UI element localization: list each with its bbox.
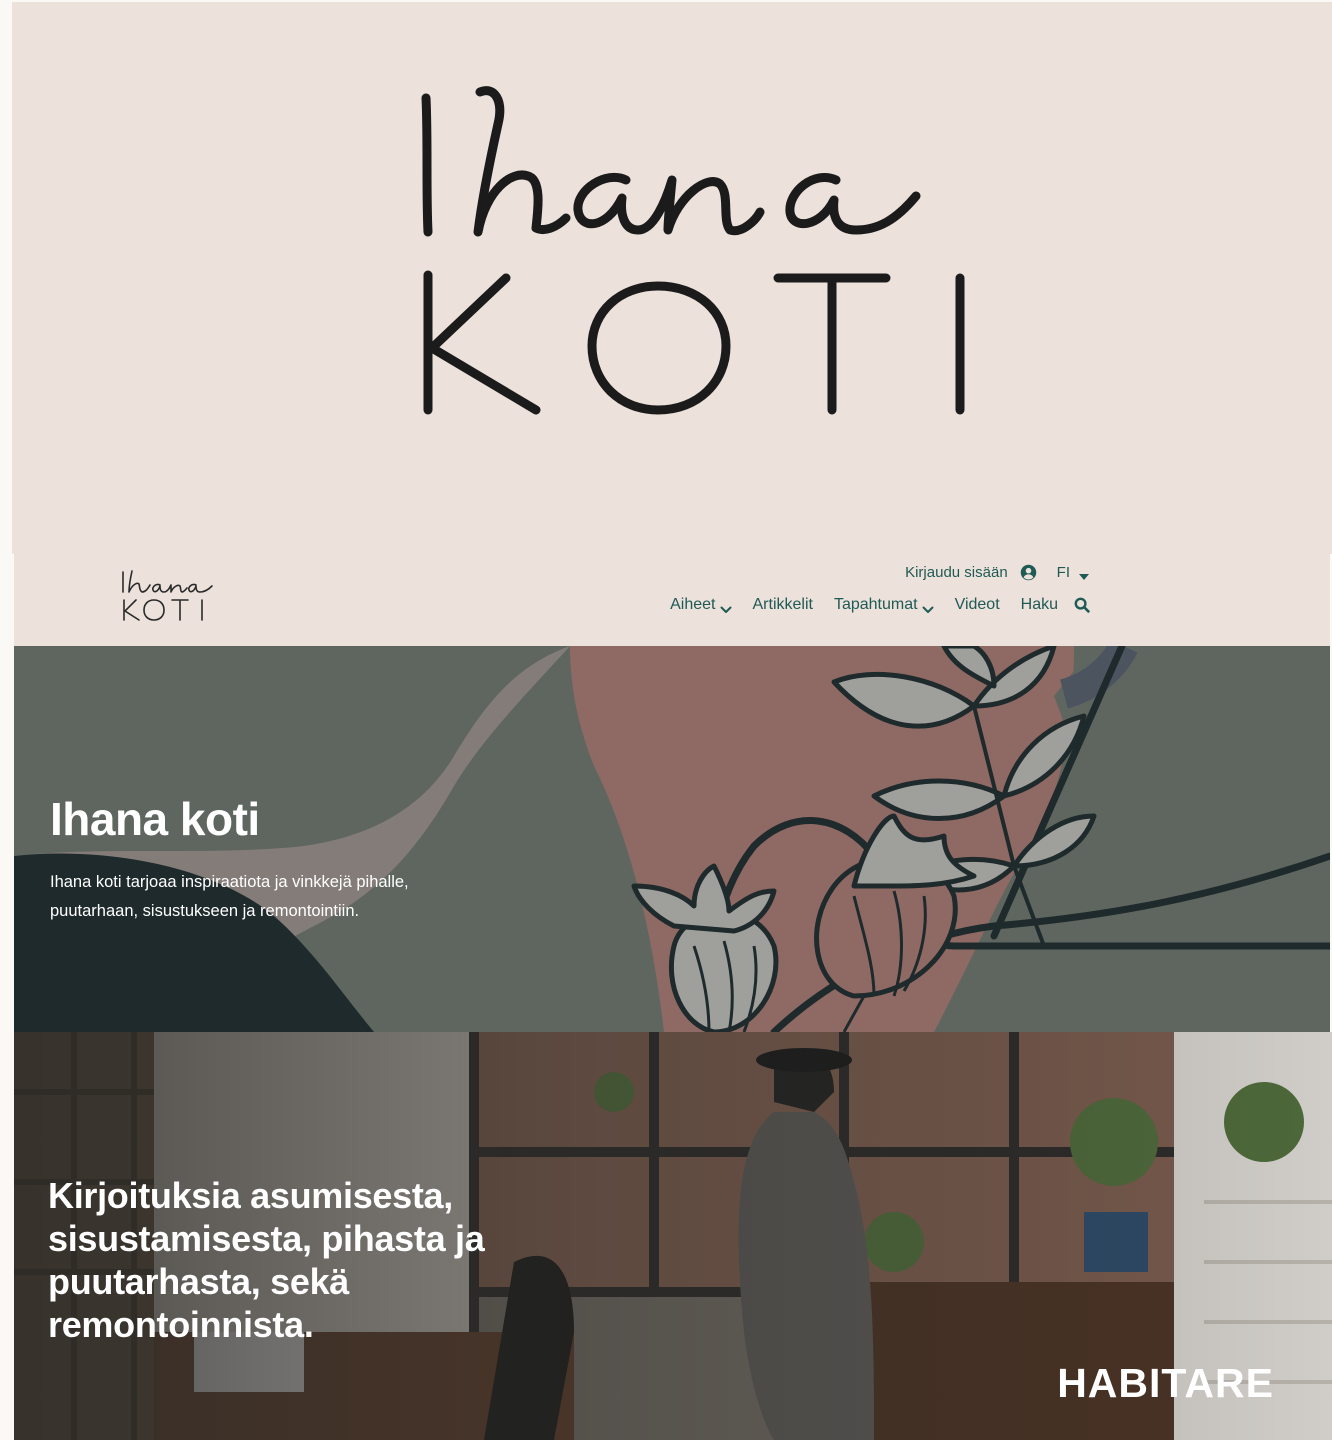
- hero-title: Ihana koti: [50, 793, 260, 845]
- nav-item-label: Tapahtumat: [833, 596, 918, 613]
- nav-item-videot[interactable]: Videot: [955, 596, 1000, 614]
- main-nav: Aiheet Artikkelit Tapahtumat Videot Haku: [670, 594, 1090, 616]
- nav-item-label: Aiheet: [670, 596, 716, 613]
- chevron-down-icon: [922, 601, 934, 613]
- logo-banner: [12, 2, 1332, 554]
- caret-down-icon: [1078, 568, 1090, 580]
- nav-item-label: Haku: [1020, 596, 1058, 613]
- site-header: Kirjaudu sisään FI Aiheet Artikkelit Tap…: [14, 554, 1330, 646]
- hero-banner: Ihana koti Ihana koti tarjoaa inspiraati…: [14, 646, 1330, 1032]
- language-selector[interactable]: FI: [1057, 564, 1090, 581]
- user-icon[interactable]: [1020, 564, 1037, 581]
- feature-photo-section: Kirjoituksia asumisesta, sisustamisesta,…: [14, 1032, 1332, 1440]
- nav-item-aiheet[interactable]: Aiheet: [670, 596, 731, 614]
- utility-nav: Kirjaudu sisään FI: [905, 562, 1090, 582]
- search-icon[interactable]: [1074, 597, 1090, 613]
- login-link[interactable]: Kirjaudu sisään: [905, 564, 1008, 581]
- ihana-koti-logo-small[interactable]: [120, 568, 216, 624]
- ihana-koti-logo-large: [416, 80, 996, 430]
- chevron-down-icon: [720, 601, 732, 613]
- nav-item-label: Artikkelit: [752, 596, 813, 613]
- logo-large-graphic: [421, 86, 965, 415]
- nav-item-tapahtumat[interactable]: Tapahtumat: [834, 596, 934, 614]
- language-label: FI: [1056, 563, 1070, 581]
- nav-item-label: Videot: [954, 596, 1000, 613]
- hero-description: Ihana koti tarjoaa inspiraatiota ja vink…: [50, 873, 409, 920]
- habitare-logo[interactable]: HABITARE: [1057, 1360, 1274, 1407]
- nav-item-artikkelit[interactable]: Artikkelit: [753, 596, 813, 614]
- nav-item-haku[interactable]: Haku: [1021, 596, 1090, 614]
- feature-heading: Kirjoituksia asumisesta, sisustamisesta,…: [48, 1175, 485, 1345]
